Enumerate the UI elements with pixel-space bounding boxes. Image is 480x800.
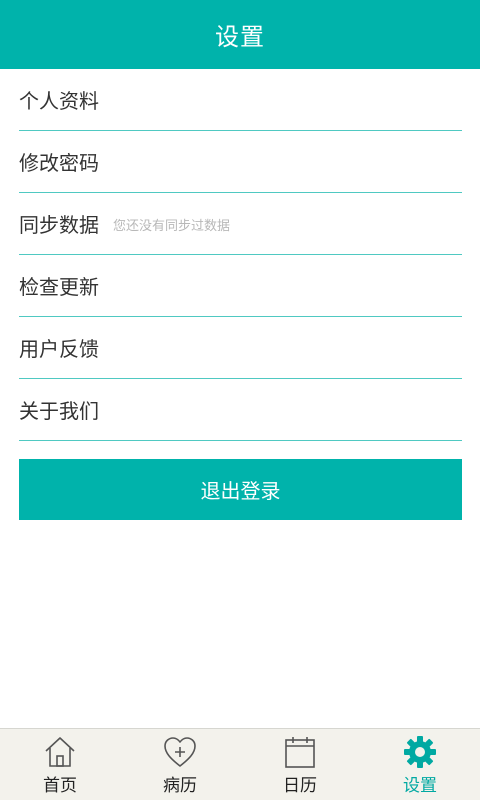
tab-home[interactable]: 首页 xyxy=(0,729,120,800)
tab-label: 设置 xyxy=(403,776,437,796)
menu-item-label: 检查更新 xyxy=(19,275,99,299)
menu-item-label: 同步数据 xyxy=(19,213,99,237)
heart-plus-icon xyxy=(164,737,196,767)
menu-item-label: 用户反馈 xyxy=(19,337,99,361)
page-title: 设置 xyxy=(215,23,265,51)
gear-icon xyxy=(404,736,436,768)
logout-button[interactable]: 退出登录 xyxy=(19,459,462,520)
tab-calendar[interactable]: 日历 xyxy=(240,729,360,800)
menu-item-label: 个人资料 xyxy=(19,89,99,113)
settings-screen: 设置 个人资料 修改密码 同步数据 您还没有同步过数据 检查更新 用户反馈 关于… xyxy=(0,0,480,800)
tab-settings[interactable]: 设置 xyxy=(360,729,480,800)
menu-item-check-update[interactable]: 检查更新 xyxy=(19,255,462,317)
menu-item-about-us[interactable]: 关于我们 xyxy=(19,379,462,441)
menu-item-feedback[interactable]: 用户反馈 xyxy=(19,317,462,379)
tab-label: 病历 xyxy=(163,776,197,796)
bottom-tab-bar: 首页 病历 日历 设置 xyxy=(0,728,480,800)
menu-item-sync-data[interactable]: 同步数据 您还没有同步过数据 xyxy=(19,193,462,255)
tab-label: 日历 xyxy=(283,776,317,796)
tab-medical-records[interactable]: 病历 xyxy=(120,729,240,800)
home-icon xyxy=(45,737,75,767)
settings-menu: 个人资料 修改密码 同步数据 您还没有同步过数据 检查更新 用户反馈 关于我们 xyxy=(0,69,480,441)
calendar-icon xyxy=(285,737,315,768)
menu-item-label: 修改密码 xyxy=(19,151,99,175)
tab-label: 首页 xyxy=(43,776,77,796)
sync-status-hint: 您还没有同步过数据 xyxy=(113,219,231,234)
menu-item-label: 关于我们 xyxy=(19,399,99,423)
menu-item-change-password[interactable]: 修改密码 xyxy=(19,131,462,193)
menu-item-profile[interactable]: 个人资料 xyxy=(19,69,462,131)
header-bar: 设置 xyxy=(0,0,480,69)
